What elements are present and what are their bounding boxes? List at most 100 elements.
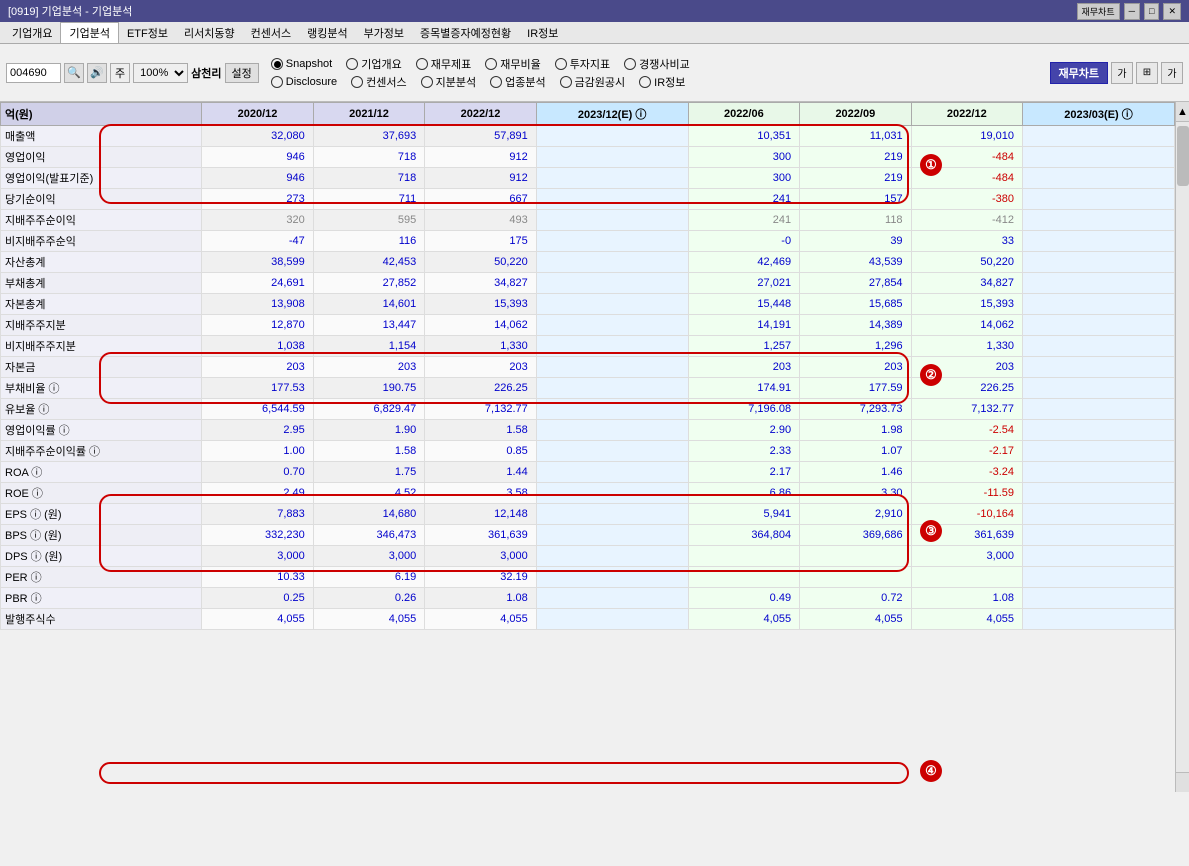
- menu-company-analysis[interactable]: 기업분석: [60, 22, 118, 43]
- row-label-18: EPS ⓘ (원): [1, 504, 202, 525]
- cell-9-6: 14,062: [911, 315, 1022, 336]
- vertical-scrollbar[interactable]: ▲ ▼: [1175, 102, 1189, 792]
- cell-3-0: 273: [202, 189, 313, 210]
- cell-0-3: [536, 126, 688, 147]
- cell-4-5: 118: [800, 210, 911, 231]
- cell-16-5: 1.46: [800, 462, 911, 483]
- cell-10-1: 1,154: [313, 336, 424, 357]
- row-label-9: 지배주주지분: [1, 315, 202, 336]
- cell-2-4: 300: [688, 168, 799, 189]
- resize-btn[interactable]: ⊞: [1136, 62, 1158, 84]
- cell-8-2: 15,393: [425, 294, 536, 315]
- cell-16-1: 1.75: [313, 462, 424, 483]
- cell-12-2: 226.25: [425, 378, 536, 399]
- cell-1-4: 300: [688, 147, 799, 168]
- minimize-btn[interactable]: ─: [1124, 3, 1140, 20]
- cell-2-2: 912: [425, 168, 536, 189]
- radio-consensus2[interactable]: 컨센서스: [351, 74, 406, 90]
- cell-11-6: 203: [911, 357, 1022, 378]
- radio-snapshot[interactable]: Snapshot: [271, 58, 332, 70]
- row-label-15: 지배주주순이익률 ⓘ: [1, 441, 202, 462]
- financial-table: 억(원) 2020/12 2021/12 2022/12 2023/12(E) …: [0, 102, 1175, 630]
- cell-5-3: [536, 231, 688, 252]
- menu-ir[interactable]: IR정보: [519, 23, 566, 43]
- row-label-7: 부채총계: [1, 273, 202, 294]
- restore-btn[interactable]: □: [1144, 3, 1159, 20]
- menu-etf[interactable]: ETF정보: [119, 23, 176, 43]
- radio-ir[interactable]: IR정보: [639, 74, 685, 90]
- cell-22-6: 1.08: [911, 588, 1022, 609]
- menu-company-overview[interactable]: 기업개요: [4, 23, 60, 43]
- radio-fss[interactable]: 금감원공시: [560, 74, 626, 90]
- title-bar: [0919] 기업분석 - 기업분석 재무차트 ─ □ ✕: [0, 0, 1189, 22]
- cell-17-0: 2.49: [202, 483, 313, 504]
- menu-research[interactable]: 리서치동향: [176, 23, 243, 43]
- cell-0-0: 32,080: [202, 126, 313, 147]
- row-label-0: 매출액: [1, 126, 202, 147]
- cell-19-2: 361,639: [425, 525, 536, 546]
- cell-20-1: 3,000: [313, 546, 424, 567]
- cell-8-1: 14,601: [313, 294, 424, 315]
- radio-disclosure[interactable]: Disclosure: [271, 76, 337, 88]
- radio-financial[interactable]: 재무제표: [416, 56, 471, 72]
- cell-19-3: [536, 525, 688, 546]
- row-label-22: PBR ⓘ: [1, 588, 202, 609]
- cell-18-1: 14,680: [313, 504, 424, 525]
- table-scroll-container[interactable]: 억(원) 2020/12 2021/12 2022/12 2023/12(E) …: [0, 102, 1175, 792]
- ticker-input[interactable]: [6, 63, 61, 83]
- cell-4-0: 320: [202, 210, 313, 231]
- shrink-btn[interactable]: 가: [1161, 62, 1183, 84]
- cell-18-2: 12,148: [425, 504, 536, 525]
- cell-23-0: 4,055: [202, 609, 313, 630]
- cell-23-3: [536, 609, 688, 630]
- cell-1-6: -484: [911, 147, 1022, 168]
- cell-14-4: 2.90: [688, 420, 799, 441]
- cell-20-7: [1023, 546, 1175, 567]
- menu-consensus[interactable]: 컨센서스: [243, 23, 299, 43]
- row-label-5: 비지배주주순익: [1, 231, 202, 252]
- cell-15-5: 1.07: [800, 441, 911, 462]
- search-btn[interactable]: 🔍: [64, 63, 84, 83]
- unit-header: 억(원): [1, 103, 202, 126]
- cell-11-5: 203: [800, 357, 911, 378]
- expand-btn[interactable]: 가: [1111, 62, 1133, 84]
- row-label-14: 영업이익률 ⓘ: [1, 420, 202, 441]
- radio-industry[interactable]: 업종분석: [490, 74, 545, 90]
- cell-9-1: 13,447: [313, 315, 424, 336]
- title-text: [0919] 기업분석 - 기업분석: [8, 3, 132, 19]
- cell-5-6: 33: [911, 231, 1022, 252]
- menu-ranking[interactable]: 랭킹분석: [299, 23, 355, 43]
- menu-rights[interactable]: 증목별증자예정현황: [412, 23, 519, 43]
- menu-additional[interactable]: 부가정보: [356, 23, 412, 43]
- cell-22-2: 1.08: [425, 588, 536, 609]
- cell-17-4: 6.86: [688, 483, 799, 504]
- cell-23-6: 4,055: [911, 609, 1022, 630]
- radio-invest[interactable]: 투자지표: [555, 56, 610, 72]
- speaker-btn[interactable]: 🔊: [87, 63, 107, 83]
- cell-1-5: 219: [800, 147, 911, 168]
- setting-btn[interactable]: 설정: [225, 63, 259, 83]
- cell-16-0: 0.70: [202, 462, 313, 483]
- cell-12-6: 226.25: [911, 378, 1022, 399]
- cell-13-7: [1023, 399, 1175, 420]
- radio-ratio[interactable]: 재무비율: [485, 56, 540, 72]
- close-btn[interactable]: ✕: [1163, 3, 1181, 20]
- cell-17-5: 3.30: [800, 483, 911, 504]
- radio-compete[interactable]: 경쟁사비교: [624, 56, 690, 72]
- cell-13-6: 7,132.77: [911, 399, 1022, 420]
- cell-21-2: 32.19: [425, 567, 536, 588]
- cell-14-0: 2.95: [202, 420, 313, 441]
- row-label-3: 당기순이익: [1, 189, 202, 210]
- financial-chart-btn[interactable]: 재무차트: [1077, 3, 1120, 20]
- cell-10-0: 1,038: [202, 336, 313, 357]
- cell-14-2: 1.58: [425, 420, 536, 441]
- cell-5-5: 39: [800, 231, 911, 252]
- cell-11-1: 203: [313, 357, 424, 378]
- cell-10-6: 1,330: [911, 336, 1022, 357]
- cell-23-1: 4,055: [313, 609, 424, 630]
- percent-select[interactable]: 100%: [133, 63, 188, 83]
- radio-equity[interactable]: 지분분석: [421, 74, 476, 90]
- chart-button[interactable]: 재무차트: [1050, 62, 1108, 84]
- row-label-4: 지배주주순이익: [1, 210, 202, 231]
- radio-company[interactable]: 기업개요: [346, 56, 401, 72]
